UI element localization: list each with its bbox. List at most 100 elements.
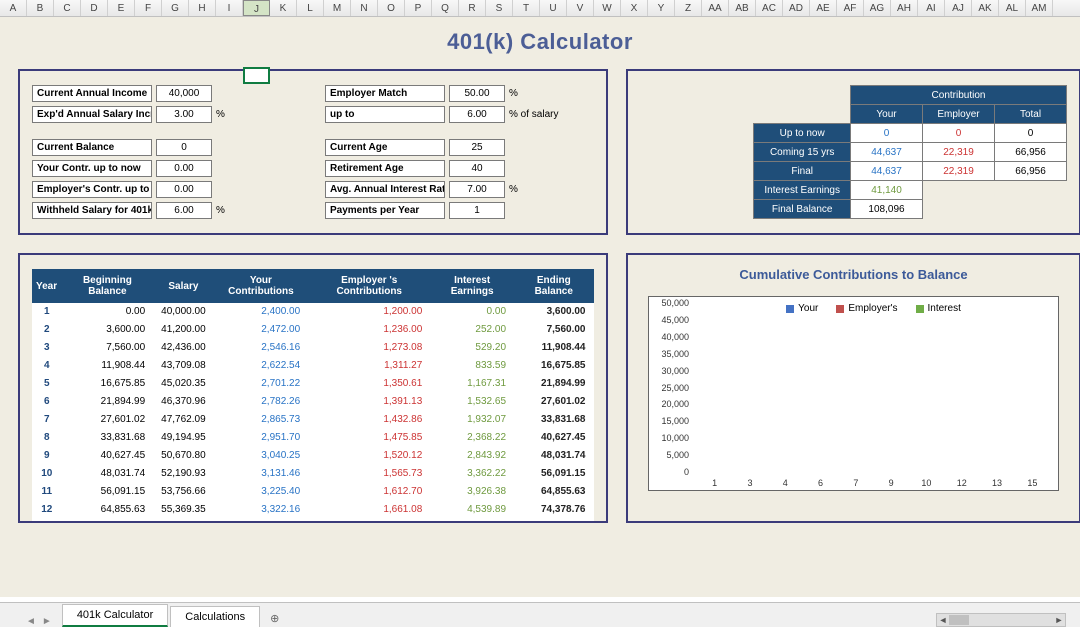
col-T[interactable]: T: [513, 0, 540, 16]
label: Current Balance: [32, 139, 152, 156]
table-row[interactable]: 23,600.0041,200.002,472.001,236.00252.00…: [32, 321, 594, 339]
table-row[interactable]: 10.0040,000.002,400.001,200.000.003,600.…: [32, 303, 594, 321]
col-AH[interactable]: AH: [891, 0, 918, 16]
worksheet[interactable]: 401(k) Calculator Current Annual Income4…: [0, 17, 1080, 597]
chart-title: Cumulative Contributions to Balance: [640, 267, 1067, 282]
col-AJ[interactable]: AJ: [945, 0, 972, 16]
chart-panel: Cumulative Contributions to Balance Your…: [626, 253, 1080, 523]
col-H[interactable]: H: [189, 0, 216, 16]
value-cell[interactable]: 6.00: [449, 106, 505, 123]
chart-legend: YourEmployer'sInterest: [697, 303, 1050, 314]
col-E[interactable]: E: [108, 0, 135, 16]
input-ret_age: Retirement Age40: [325, 160, 594, 177]
table-row[interactable]: 1048,031.7452,190.933,131.461,565.733,36…: [32, 465, 594, 483]
col-AD[interactable]: AD: [783, 0, 810, 16]
col-W[interactable]: W: [594, 0, 621, 16]
col-AM[interactable]: AM: [1026, 0, 1053, 16]
col-Y[interactable]: Y: [648, 0, 675, 16]
col-A[interactable]: A: [0, 0, 27, 16]
col-R[interactable]: R: [459, 0, 486, 16]
value-cell[interactable]: 1: [449, 202, 505, 219]
col-AC[interactable]: AC: [756, 0, 783, 16]
value-cell[interactable]: 7.00: [449, 181, 505, 198]
value-cell[interactable]: 0.00: [156, 160, 212, 177]
tab-nav[interactable]: ◄►: [24, 616, 54, 627]
col-X[interactable]: X: [621, 0, 648, 16]
col-M[interactable]: M: [324, 0, 351, 16]
input-rate: Avg. Annual Interest Rate7.00%: [325, 181, 594, 198]
col-AG[interactable]: AG: [864, 0, 891, 16]
column-headers[interactable]: ABCDEFGHIJKLMNOPQRSTUVWXYZAAABACADAEAFAG…: [0, 0, 1080, 17]
label: Retirement Age: [325, 160, 445, 177]
table-row[interactable]: 727,601.0247,762.092,865.731,432.861,932…: [32, 411, 594, 429]
table-row[interactable]: 833,831.6849,194.952,951.701,475.852,368…: [32, 429, 594, 447]
tab-401k-calculator[interactable]: 401k Calculator: [62, 604, 168, 627]
col-AL[interactable]: AL: [999, 0, 1026, 16]
input-withheld: Withheld Salary for 401k6.00%: [32, 202, 301, 219]
label: Current Age: [325, 139, 445, 156]
table-row[interactable]: 940,627.4550,670.803,040.251,520.122,843…: [32, 447, 594, 465]
value-cell[interactable]: 50.00: [449, 85, 505, 102]
amortization-panel: YearBeginning BalanceSalaryYour Contribu…: [18, 253, 608, 523]
input-ppy: Payments per Year1: [325, 202, 594, 219]
table-row[interactable]: 1264,855.6355,369.353,322.161,661.084,53…: [32, 501, 594, 519]
value-cell[interactable]: 6.00: [156, 202, 212, 219]
label: Payments per Year: [325, 202, 445, 219]
value-cell[interactable]: 0: [156, 139, 212, 156]
col-U[interactable]: U: [540, 0, 567, 16]
col-D[interactable]: D: [81, 0, 108, 16]
amortization-table: YearBeginning BalanceSalaryYour Contribu…: [32, 269, 594, 523]
col-AF[interactable]: AF: [837, 0, 864, 16]
input-emp_match: Employer Match50.00%: [325, 85, 594, 102]
value-cell[interactable]: 0.00: [156, 181, 212, 198]
input-salary_incr: Exp'd Annual Salary Incr3.00%: [32, 106, 301, 123]
label: Current Annual Income: [32, 85, 152, 102]
label: Exp'd Annual Salary Incr: [32, 106, 152, 123]
col-AA[interactable]: AA: [702, 0, 729, 16]
value-cell[interactable]: 40,000: [156, 85, 212, 102]
col-S[interactable]: S: [486, 0, 513, 16]
value-cell[interactable]: 3.00: [156, 106, 212, 123]
label: Employer Match: [325, 85, 445, 102]
add-sheet-button[interactable]: ⊕: [262, 610, 287, 627]
label: Avg. Annual Interest Rate: [325, 181, 445, 198]
col-L[interactable]: L: [297, 0, 324, 16]
col-J[interactable]: J: [243, 0, 270, 16]
col-G[interactable]: G: [162, 0, 189, 16]
value-cell[interactable]: 25: [449, 139, 505, 156]
tab-calculations[interactable]: Calculations: [170, 606, 260, 627]
col-I[interactable]: I: [216, 0, 243, 16]
col-C[interactable]: C: [54, 0, 81, 16]
col-B[interactable]: B: [27, 0, 54, 16]
col-K[interactable]: K: [270, 0, 297, 16]
col-AI[interactable]: AI: [918, 0, 945, 16]
input-upto: up to6.00% of salary: [325, 106, 594, 123]
inputs-panel: Current Annual Income40,000 Employer Matc…: [18, 69, 608, 235]
col-P[interactable]: P: [405, 0, 432, 16]
label: Employer's Contr. up to now: [32, 181, 152, 198]
col-Q[interactable]: Q: [432, 0, 459, 16]
table-row[interactable]: 37,560.0042,436.002,546.161,273.08529.20…: [32, 339, 594, 357]
col-N[interactable]: N: [351, 0, 378, 16]
label: Withheld Salary for 401k: [32, 202, 152, 219]
table-row[interactable]: 411,908.4443,709.082,622.541,311.27833.5…: [32, 357, 594, 375]
table-row[interactable]: 621,894.9946,370.962,782.261,391.131,532…: [32, 393, 594, 411]
col-AK[interactable]: AK: [972, 0, 999, 16]
col-AE[interactable]: AE: [810, 0, 837, 16]
col-F[interactable]: F: [135, 0, 162, 16]
sheet-tabs: ◄► 401k Calculator Calculations ⊕ ◄►: [0, 602, 1080, 627]
table-row[interactable]: 516,675.8545,020.352,701.221,350.611,167…: [32, 375, 594, 393]
value-cell[interactable]: 40: [449, 160, 505, 177]
input-curr_age: Current Age25: [325, 139, 594, 156]
col-O[interactable]: O: [378, 0, 405, 16]
input-income: Current Annual Income40,000: [32, 85, 301, 102]
col-V[interactable]: V: [567, 0, 594, 16]
input-your_contr: Your Contr. up to now0.00: [32, 160, 301, 177]
table-row[interactable]: 1374,378.7657,030.443,421.831,710.915,20…: [32, 519, 594, 524]
horizontal-scrollbar[interactable]: ◄►: [936, 613, 1066, 627]
table-row[interactable]: 1156,091.1553,756.663,225.401,612.703,92…: [32, 483, 594, 501]
col-Z[interactable]: Z: [675, 0, 702, 16]
input-curr_balance: Current Balance0: [32, 139, 301, 156]
page-title: 401(k) Calculator: [0, 17, 1080, 69]
col-AB[interactable]: AB: [729, 0, 756, 16]
